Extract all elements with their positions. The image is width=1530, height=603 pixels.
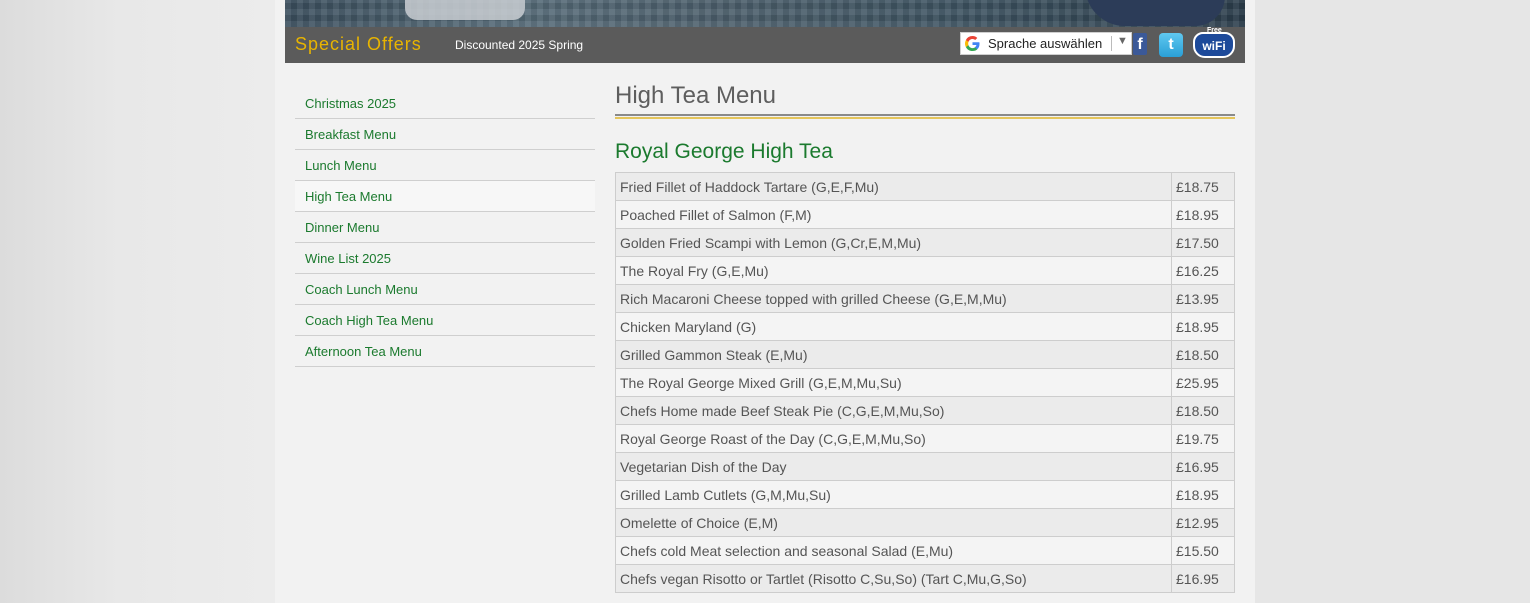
menu-item-name: Golden Fried Scampi with Lemon (G,Cr,E,M… [615,228,1172,257]
special-offers-link[interactable]: Special Offers [295,34,422,55]
divider [615,117,1235,119]
menu-item-name: Rich Macaroni Cheese topped with grilled… [615,284,1172,313]
menu-item-price: £18.95 [1171,312,1235,341]
table-row: Chefs vegan Risotto or Tartlet (Risotto … [615,564,1235,593]
table-row: Omelette of Choice (E,M) £12.95 [615,508,1235,537]
table-row: The Royal Fry (G,E,Mu) £16.25 [615,256,1235,285]
menu-item-price: £12.95 [1171,508,1235,537]
sidebar-item-wine-list[interactable]: Wine List 2025 [295,243,595,274]
divider [1111,36,1112,51]
discount-link[interactable]: Discounted 2025 Spring [455,38,583,52]
menu-item-name: Fried Fillet of Haddock Tartare (G,E,F,M… [615,172,1172,201]
menu-item-price: £25.95 [1171,368,1235,397]
sidebar-item-high-tea[interactable]: High Tea Menu [295,181,595,212]
menu-item-name: Chefs Home made Beef Steak Pie (C,G,E,M,… [615,396,1172,425]
menu-item-price: £16.95 [1171,452,1235,481]
menu-item-price: £18.95 [1171,200,1235,229]
table-row: The Royal George Mixed Grill (G,E,M,Mu,S… [615,368,1235,397]
table-row: Rich Macaroni Cheese topped with grilled… [615,284,1235,313]
menu-item-name: Royal George Roast of the Day (C,G,E,M,M… [615,424,1172,453]
sidebar-item-lunch[interactable]: Lunch Menu [295,150,595,181]
page-title: High Tea Menu [615,80,1235,116]
menu-item-price: £16.95 [1171,564,1235,593]
sidebar-item-christmas[interactable]: Christmas 2025 [295,88,595,119]
table-row: Chicken Maryland (G) £18.95 [615,312,1235,341]
menu-item-price: £19.75 [1171,424,1235,453]
menu-item-name: Chefs vegan Risotto or Tartlet (Risotto … [615,564,1172,593]
menu-item-name: Poached Fillet of Salmon (F,M) [615,200,1172,229]
menu-item-name: Chefs cold Meat selection and seasonal S… [615,536,1172,565]
sidebar-item-afternoon-tea[interactable]: Afternoon Tea Menu [295,336,595,367]
facebook-icon[interactable]: f [1133,33,1147,55]
section-title: Royal George High Tea [615,140,833,163]
wifi-icon: Free wiFi [1193,27,1235,58]
menu-item-price: £18.95 [1171,480,1235,509]
menu-item-price: £18.50 [1171,340,1235,369]
menu-item-name: Grilled Lamb Cutlets (G,M,Mu,Su) [615,480,1172,509]
sidebar-item-breakfast[interactable]: Breakfast Menu [295,119,595,150]
table-row: Grilled Lamb Cutlets (G,M,Mu,Su) £18.95 [615,480,1235,509]
menu-item-price: £16.25 [1171,256,1235,285]
table-row: Chefs Home made Beef Steak Pie (C,G,E,M,… [615,396,1235,425]
banner-decor [405,0,525,20]
table-row: Royal George Roast of the Day (C,G,E,M,M… [615,424,1235,453]
menu-item-price: £18.50 [1171,396,1235,425]
language-select-label: Sprache auswählen [988,36,1103,51]
main-content: High Tea Menu Royal George High Tea Frie… [615,80,1235,593]
language-select[interactable]: Sprache auswählen ▼ [960,32,1132,55]
menu-item-name: Omelette of Choice (E,M) [615,508,1172,537]
sidebar-item-dinner[interactable]: Dinner Menu [295,212,595,243]
wifi-label: wiFi [1202,39,1226,53]
menu-item-name: Vegetarian Dish of the Day [615,452,1172,481]
sidebar-nav: Christmas 2025 Breakfast Menu Lunch Menu… [295,88,595,367]
wifi-free-label: Free [1207,27,1222,34]
table-row: Fried Fillet of Haddock Tartare (G,E,F,M… [615,172,1235,201]
menu-item-name: Grilled Gammon Steak (E,Mu) [615,340,1172,369]
menu-item-price: £17.50 [1171,228,1235,257]
menu-item-price: £15.50 [1171,536,1235,565]
header-bar: Special Offers Discounted 2025 Spring Sp… [285,27,1245,63]
banner-decor [1085,0,1225,26]
menu-item-name: Chicken Maryland (G) [615,312,1172,341]
table-row: Vegetarian Dish of the Day £16.95 [615,452,1235,481]
google-icon [965,36,980,51]
sidebar-item-coach-high-tea[interactable]: Coach High Tea Menu [295,305,595,336]
table-row: Chefs cold Meat selection and seasonal S… [615,536,1235,565]
header-banner-image [285,0,1245,27]
menu-table: Fried Fillet of Haddock Tartare (G,E,F,M… [615,172,1235,593]
twitter-icon[interactable]: t [1159,33,1183,57]
menu-item-price: £18.75 [1171,172,1235,201]
sidebar-item-coach-lunch[interactable]: Coach Lunch Menu [295,274,595,305]
table-row: Grilled Gammon Steak (E,Mu) £18.50 [615,340,1235,369]
menu-item-name: The Royal Fry (G,E,Mu) [615,256,1172,285]
table-row: Golden Fried Scampi with Lemon (G,Cr,E,M… [615,228,1235,257]
menu-item-price: £13.95 [1171,284,1235,313]
table-row: Poached Fillet of Salmon (F,M) £18.95 [615,200,1235,229]
chevron-down-icon: ▼ [1117,35,1128,47]
menu-item-name: The Royal George Mixed Grill (G,E,M,Mu,S… [615,368,1172,397]
